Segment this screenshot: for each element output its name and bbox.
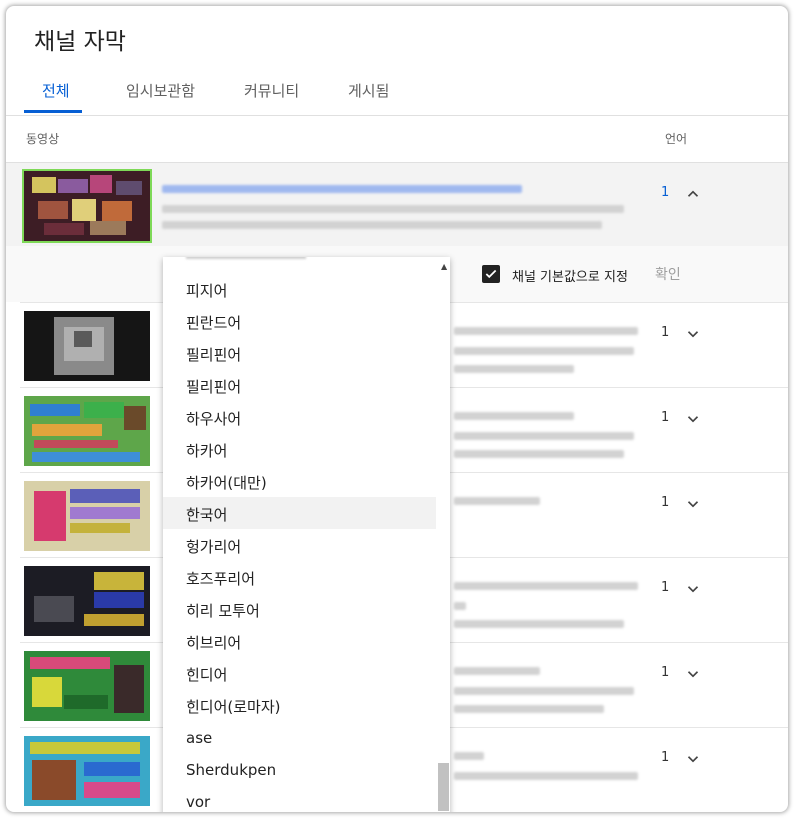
active-tab-indicator [24, 110, 82, 113]
language-option-highlighted[interactable]: 한국어 [163, 497, 436, 529]
language-option[interactable]: Sherdukpen [163, 754, 436, 786]
scrollbar-thumb[interactable] [438, 763, 449, 811]
chevron-down-icon[interactable] [684, 665, 702, 683]
table-row[interactable]: 1 [6, 163, 788, 246]
column-header-video: 동영상 [26, 132, 60, 146]
tab-all[interactable]: 전체 [42, 80, 70, 101]
chevron-down-icon[interactable] [684, 410, 702, 428]
scroll-up-arrow-icon[interactable]: ▲ [441, 263, 447, 271]
language-option[interactable]: 필리핀어 [163, 337, 436, 369]
chevron-down-icon[interactable] [684, 325, 702, 343]
language-option[interactable]: 힌디어 [163, 657, 436, 689]
language-option[interactable]: 하우사어 [163, 401, 436, 433]
chevron-down-icon[interactable] [684, 495, 702, 513]
video-title-blurred [162, 185, 522, 193]
video-thumbnail[interactable] [24, 736, 150, 806]
language-option[interactable]: 필리핀어 [163, 369, 436, 401]
language-count: 1 [661, 580, 670, 595]
video-description-blurred [162, 221, 602, 229]
language-option[interactable]: vor [163, 786, 436, 812]
language-count: 1 [661, 185, 670, 200]
language-count: 1 [661, 325, 670, 340]
language-dropdown-list[interactable]: 피지어 핀란드어 필리핀어 필리핀어 하우사어 하카어 하카어(대만) 한국어 … [163, 257, 450, 812]
chevron-down-icon[interactable] [684, 750, 702, 768]
language-option[interactable]: 하카어(대만) [163, 465, 436, 497]
dropdown-scrollbar[interactable] [436, 257, 450, 812]
tab-drafts[interactable]: 임시보관함 [126, 80, 195, 101]
language-option[interactable]: 힌디어(로마자) [163, 689, 436, 721]
confirm-button[interactable]: 확인 [655, 264, 681, 284]
tab-community[interactable]: 커뮤니티 [244, 80, 299, 101]
video-thumbnail[interactable] [24, 566, 150, 636]
language-option[interactable]: 헝가리어 [163, 529, 436, 561]
language-option[interactable]: 핀란드어 [163, 305, 436, 337]
language-count: 1 [661, 665, 670, 680]
language-option[interactable]: 하카어 [163, 433, 436, 465]
video-thumbnail[interactable] [22, 169, 152, 243]
chevron-down-icon[interactable] [684, 580, 702, 598]
channel-default-checkbox[interactable] [482, 265, 500, 283]
language-count: 1 [661, 750, 670, 765]
divider [6, 115, 788, 116]
column-header-language: 언어 [665, 132, 688, 146]
language-option[interactable]: 히리 모투어 [163, 593, 436, 625]
language-count: 1 [661, 410, 670, 425]
language-count: 1 [661, 495, 670, 510]
language-option[interactable]: ase [163, 722, 436, 754]
video-thumbnail[interactable] [24, 651, 150, 721]
video-thumbnail[interactable] [24, 481, 150, 551]
video-description-blurred [162, 205, 624, 213]
language-option[interactable]: 피지어 [163, 273, 436, 305]
chevron-up-icon[interactable] [684, 185, 702, 203]
video-thumbnail[interactable] [24, 311, 150, 381]
tab-published[interactable]: 게시됨 [348, 80, 389, 101]
page-title: 채널 자막 [34, 29, 126, 55]
channel-default-label: 채널 기본값으로 지정 [512, 270, 628, 285]
language-option[interactable]: 히브리어 [163, 625, 436, 657]
video-thumbnail[interactable] [24, 396, 150, 466]
language-option[interactable]: 호즈푸리어 [163, 561, 436, 593]
channel-subtitles-panel: 채널 자막 전체 임시보관함 커뮤니티 게시됨 동영상 언어 1 채널 기본값으… [6, 6, 788, 812]
